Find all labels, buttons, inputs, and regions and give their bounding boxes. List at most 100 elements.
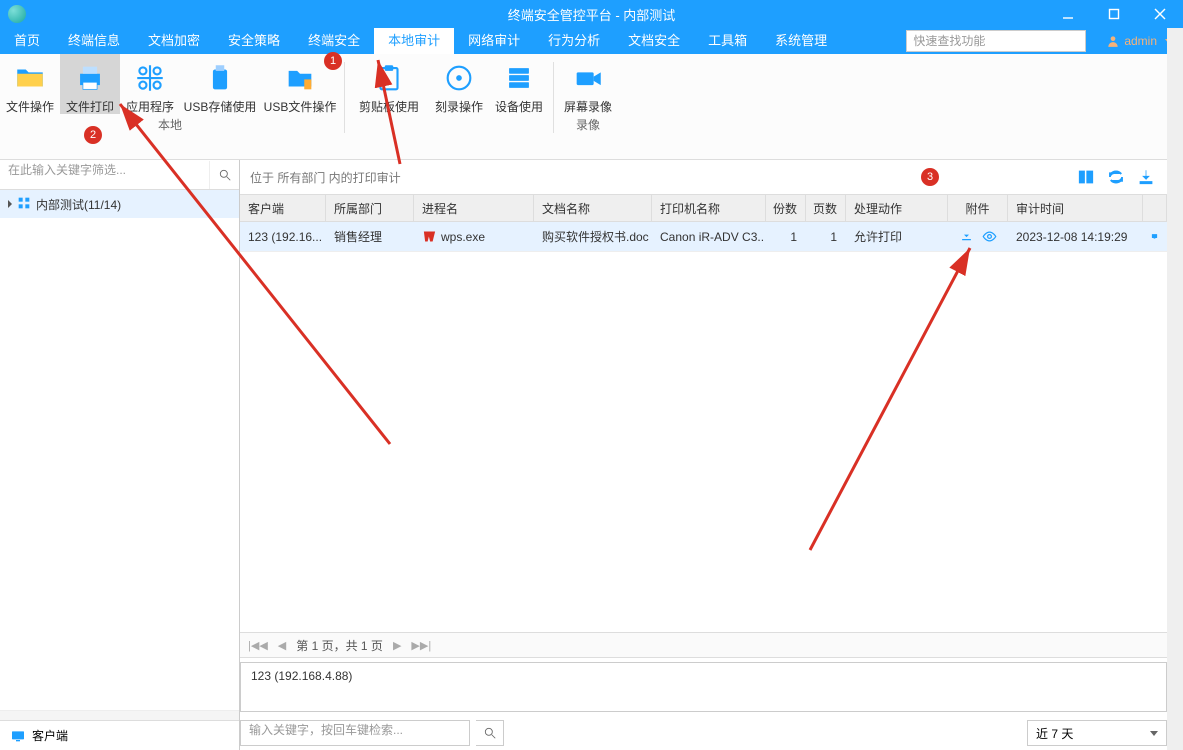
ribbon-usb-file-ops[interactable]: USB文件操作 1 <box>260 54 340 114</box>
arrow-right-icon <box>8 200 12 208</box>
app-logo-icon <box>8 5 26 23</box>
table-row[interactable]: 123 (192.16... 销售经理 wps.exe 购买软件授权书.doc … <box>240 222 1167 252</box>
minimize-button[interactable] <box>1045 0 1091 28</box>
ribbon-group-local-label: 本地 <box>0 114 340 136</box>
ribbon-usb-storage[interactable]: USB存储使用 <box>180 54 260 114</box>
menu-item-doc-security[interactable]: 文档安全 <box>614 28 694 54</box>
user-label: admin <box>1124 34 1157 48</box>
tree-filter-search-button[interactable] <box>209 161 239 189</box>
cell-attach <box>948 222 1008 251</box>
menu-item-local-audit[interactable]: 本地审计 <box>374 28 454 54</box>
keyword-input[interactable]: 输入关键字，按回车键检索... <box>240 720 470 746</box>
pager: |◀◀ ◀ 第 1 页，共 1 页 ▶ ▶▶| <box>240 632 1167 658</box>
col-action[interactable]: 处理动作 <box>846 195 948 221</box>
col-client[interactable]: 客户端 <box>240 195 326 221</box>
cell-printer: Canon iR-ADV C3... <box>652 222 766 251</box>
ribbon-burn[interactable]: 刻录操作 <box>429 54 489 114</box>
columns-button[interactable] <box>1075 166 1097 188</box>
pager-next[interactable]: ▶ <box>393 639 401 652</box>
menu-item-doc-encrypt[interactable]: 文档加密 <box>134 28 214 54</box>
menu-item-network-audit[interactable]: 网络审计 <box>454 28 534 54</box>
col-attach[interactable]: 附件 <box>948 195 1008 221</box>
ribbon-file-print[interactable]: 文件打印 <box>60 54 120 114</box>
menu-item-system-manage[interactable]: 系统管理 <box>761 28 841 54</box>
col-proc[interactable]: 进程名 <box>414 195 534 221</box>
keyword-search-button[interactable] <box>476 720 504 746</box>
ribbon-group-record-label: 录像 <box>558 114 618 136</box>
main-panel: 位于 所有部门 内的打印审计 3 客户端 所属部门 进程名 文档名称 打印机名称… <box>240 160 1167 750</box>
cell-proc: wps.exe <box>414 222 534 251</box>
chevron-down-icon <box>1150 731 1158 736</box>
cell-monitor[interactable] <box>1143 222 1167 251</box>
badge-2: 2 <box>84 126 102 144</box>
table-header: 客户端 所属部门 进程名 文档名称 打印机名称 份数 页数 处理动作 附件 审计… <box>240 194 1167 222</box>
ribbon-toolbar: 文件操作 文件打印 应用程序 USB存储使用 USB文件操作 1 本地 <box>0 54 1183 160</box>
title-bar: 终端安全管控平台 - 内部测试 <box>0 0 1183 28</box>
pager-text: 第 1 页，共 1 页 <box>296 637 383 654</box>
cell-pages: 1 <box>806 222 846 251</box>
range-label: 近 7 天 <box>1036 725 1073 742</box>
menu-item-security-policy[interactable]: 安全策略 <box>214 28 294 54</box>
cell-dept: 销售经理 <box>326 222 414 251</box>
detail-text: 123 (192.168.4.88) <box>251 669 352 683</box>
col-time[interactable]: 审计时间 <box>1008 195 1143 221</box>
pager-last[interactable]: ▶▶| <box>411 639 431 652</box>
apps-icon <box>122 60 178 96</box>
col-pages[interactable]: 页数 <box>806 195 846 221</box>
export-button[interactable] <box>1135 166 1157 188</box>
menu-item-terminal-info[interactable]: 终端信息 <box>54 28 134 54</box>
maximize-button[interactable] <box>1091 0 1137 28</box>
ribbon-device[interactable]: 设备使用 <box>489 54 549 114</box>
camera-icon <box>560 60 616 96</box>
eye-icon[interactable] <box>982 229 997 244</box>
menu-item-toolbox[interactable]: 工具箱 <box>694 28 761 54</box>
tree-filter-input[interactable]: 在此输入关键字筛选... <box>0 161 209 189</box>
window-title: 终端安全管控平台 - 内部测试 <box>508 5 676 24</box>
cell-doc: 购买软件授权书.doc <box>534 222 652 251</box>
col-doc[interactable]: 文档名称 <box>534 195 652 221</box>
menu-item-behavior-analysis[interactable]: 行为分析 <box>534 28 614 54</box>
col-copies[interactable]: 份数 <box>766 195 806 221</box>
global-search-input[interactable]: 快速查找功能 <box>906 30 1086 52</box>
pager-first[interactable]: |◀◀ <box>248 639 268 652</box>
right-scrollbar-area[interactable] <box>1167 28 1183 750</box>
wps-icon <box>422 229 437 244</box>
printer-icon <box>62 60 118 96</box>
pager-prev[interactable]: ◀ <box>278 639 286 652</box>
menu-item-terminal-security[interactable]: 终端安全 <box>294 28 374 54</box>
org-icon <box>16 195 32 214</box>
tree-root-label: 内部测试(11/14) <box>36 196 121 213</box>
detail-panel: 123 (192.168.4.88) <box>240 662 1167 712</box>
cell-client: 123 (192.16... <box>240 222 326 251</box>
ribbon-file-ops[interactable]: 文件操作 <box>0 54 60 114</box>
ribbon-screen-record[interactable]: 屏幕录像 <box>558 54 618 114</box>
badge-1: 1 <box>324 52 342 70</box>
close-button[interactable] <box>1137 0 1183 28</box>
location-text: 位于 所有部门 内的打印审计 <box>250 169 913 186</box>
download-icon[interactable] <box>959 229 974 244</box>
menu-bar: 首页 终端信息 文档加密 安全策略 终端安全 本地审计 网络审计 行为分析 文档… <box>0 28 1183 54</box>
refresh-button[interactable] <box>1105 166 1127 188</box>
server-icon <box>491 60 547 96</box>
left-bottom-clients[interactable]: 客户端 <box>0 720 239 750</box>
folder-icon <box>2 60 58 96</box>
tree-root-item[interactable]: 内部测试(11/14) <box>0 190 239 218</box>
keyword-bar: 输入关键字，按回车键检索... 近 7 天 <box>240 716 1167 750</box>
col-dept[interactable]: 所属部门 <box>326 195 414 221</box>
cell-action: 允许打印 <box>846 222 948 251</box>
left-bottom-label: 客户端 <box>32 727 68 744</box>
time-range-select[interactable]: 近 7 天 <box>1027 720 1167 746</box>
ribbon-apps[interactable]: 应用程序 <box>120 54 180 114</box>
location-bar: 位于 所有部门 内的打印审计 3 <box>240 160 1167 194</box>
badge-3: 3 <box>921 168 939 186</box>
left-panel: 在此输入关键字筛选... 内部测试(11/14) 客户端 <box>0 160 240 750</box>
ribbon-clipboard[interactable]: 剪贴板使用 <box>349 54 429 114</box>
col-last <box>1143 195 1167 221</box>
clipboard-icon <box>351 60 427 96</box>
table-body[interactable]: 123 (192.16... 销售经理 wps.exe 购买软件授权书.doc … <box>240 222 1167 632</box>
menu-item-home[interactable]: 首页 <box>0 28 54 54</box>
tree-filter-box: 在此输入关键字筛选... <box>0 160 239 190</box>
cell-copies: 1 <box>766 222 806 251</box>
col-printer[interactable]: 打印机名称 <box>652 195 766 221</box>
org-tree[interactable]: 内部测试(11/14) <box>0 190 239 710</box>
